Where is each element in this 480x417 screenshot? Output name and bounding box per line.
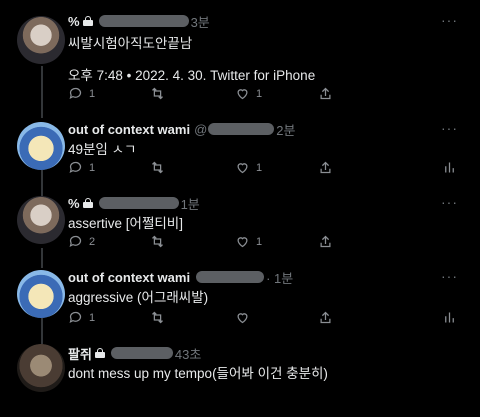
display-name[interactable]: 팔쥐 [68, 344, 92, 363]
tweet-text: dont mess up my tempo(들어봐 이건 충분히) [68, 366, 328, 381]
like-icon [237, 163, 248, 174]
retweet-icon [152, 87, 163, 100]
tweet-header: % 1분 [68, 194, 200, 212]
handle-prefix: @ [194, 121, 208, 137]
tweet[interactable]: out of context wami · 1분 ··· aggressive … [0, 266, 480, 340]
tweet-actions: 1 [68, 310, 458, 328]
analytics-button[interactable] [442, 310, 457, 325]
tweet-text: 49분임 ㅅㄱ [68, 142, 137, 157]
avatar[interactable] [17, 344, 65, 392]
share-icon [320, 235, 331, 248]
tweet[interactable]: % 3분 ··· 씨발시험아직도안끝남 오후 7:48 • 2022. 4. 3… [0, 0, 480, 118]
like-button[interactable] [235, 310, 256, 325]
like-count: 1 [256, 87, 263, 100]
avatar[interactable] [17, 196, 65, 244]
like-icon [237, 89, 248, 100]
tweet-text: assertive [어쩔티비] [68, 216, 183, 231]
share-icon [320, 87, 331, 100]
share-icon [320, 161, 331, 174]
lock-icon [82, 198, 93, 208]
like-icon [237, 237, 248, 248]
share-button[interactable] [318, 86, 333, 101]
tweet-actions: 1 1 [68, 160, 458, 178]
like-count: 1 [256, 161, 263, 174]
redacted-handle [110, 347, 173, 359]
tweet[interactable]: 팔쥐 43초 dont mess up my tempo(들어봐 이건 충분히) [0, 340, 480, 417]
like-button[interactable]: 1 [235, 234, 262, 249]
analytics-button[interactable] [442, 160, 457, 175]
display-name[interactable]: out of context wami [68, 270, 190, 285]
redacted-handle [98, 15, 189, 27]
like-button[interactable]: 1 [235, 86, 262, 101]
timestamp[interactable]: 3분 [191, 12, 210, 31]
reply-button[interactable]: 1 [68, 160, 95, 175]
reply-count: 1 [89, 311, 96, 324]
reply-icon [69, 311, 82, 324]
retweet-button[interactable] [150, 234, 171, 249]
more-icon[interactable]: ··· [441, 120, 458, 136]
tweet-header: out of context wami @ 2분 [68, 120, 295, 138]
tweet-header: % 3분 [68, 12, 210, 30]
reply-icon [69, 161, 82, 174]
analytics-icon [445, 162, 454, 173]
share-button[interactable] [318, 234, 333, 249]
share-button[interactable] [318, 160, 333, 175]
display-name[interactable]: % [68, 196, 80, 211]
tweet-meta[interactable]: 오후 7:48 • 2022. 4. 30. Twitter for iPhon… [68, 64, 315, 84]
tweet[interactable]: out of context wami @ 2분 ··· 49분임 ㅅㄱ 1 1 [0, 118, 480, 192]
tweet-text: 씨발시험아직도안끝남 [68, 36, 193, 51]
retweet-icon [152, 235, 163, 248]
share-icon [320, 311, 331, 324]
retweet-button[interactable] [150, 310, 171, 325]
tweet-actions: 2 1 [68, 234, 458, 252]
lock-icon [94, 348, 105, 358]
more-icon[interactable]: ··· [441, 268, 458, 284]
reply-icon [69, 87, 82, 100]
tweet-header: 팔쥐 43초 [68, 344, 201, 362]
reply-count: 2 [89, 235, 96, 248]
more-icon[interactable]: ··· [441, 194, 458, 210]
like-icon [237, 313, 248, 324]
tweet-actions: 1 1 [68, 86, 458, 104]
tweet[interactable]: % 1분 ··· assertive [어쩔티비] 2 1 [0, 192, 480, 266]
tweet-header: out of context wami · 1분 [68, 268, 293, 286]
display-name[interactable]: % [68, 14, 80, 29]
tweet-text: aggressive (어그래씨발) [68, 290, 209, 305]
lock-icon [82, 16, 93, 26]
reply-count: 1 [89, 87, 96, 100]
timestamp[interactable]: 43초 [175, 344, 201, 363]
redacted-handle [98, 197, 179, 209]
retweet-icon [152, 311, 163, 324]
reply-count: 1 [89, 161, 96, 174]
reply-icon [69, 235, 82, 248]
avatar[interactable] [17, 122, 65, 170]
analytics-icon [445, 312, 454, 323]
retweet-icon [152, 161, 163, 174]
share-button[interactable] [318, 310, 333, 325]
reply-button[interactable]: 1 [68, 310, 95, 325]
display-name[interactable]: out of context wami [68, 122, 190, 137]
avatar[interactable] [17, 270, 65, 318]
timestamp[interactable]: 2분 [276, 120, 295, 139]
redacted-handle [208, 123, 275, 135]
reply-button[interactable]: 1 [68, 86, 95, 101]
retweet-button[interactable] [150, 160, 171, 175]
like-button[interactable]: 1 [235, 160, 262, 175]
timestamp[interactable]: 1분 [181, 194, 200, 213]
retweet-button[interactable] [150, 86, 171, 101]
avatar[interactable] [17, 16, 65, 64]
reply-button[interactable]: 2 [68, 234, 95, 249]
timestamp[interactable]: · 1분 [266, 268, 293, 287]
more-icon[interactable]: ··· [441, 12, 458, 28]
redacted-handle [196, 271, 265, 283]
like-count: 1 [256, 235, 263, 248]
